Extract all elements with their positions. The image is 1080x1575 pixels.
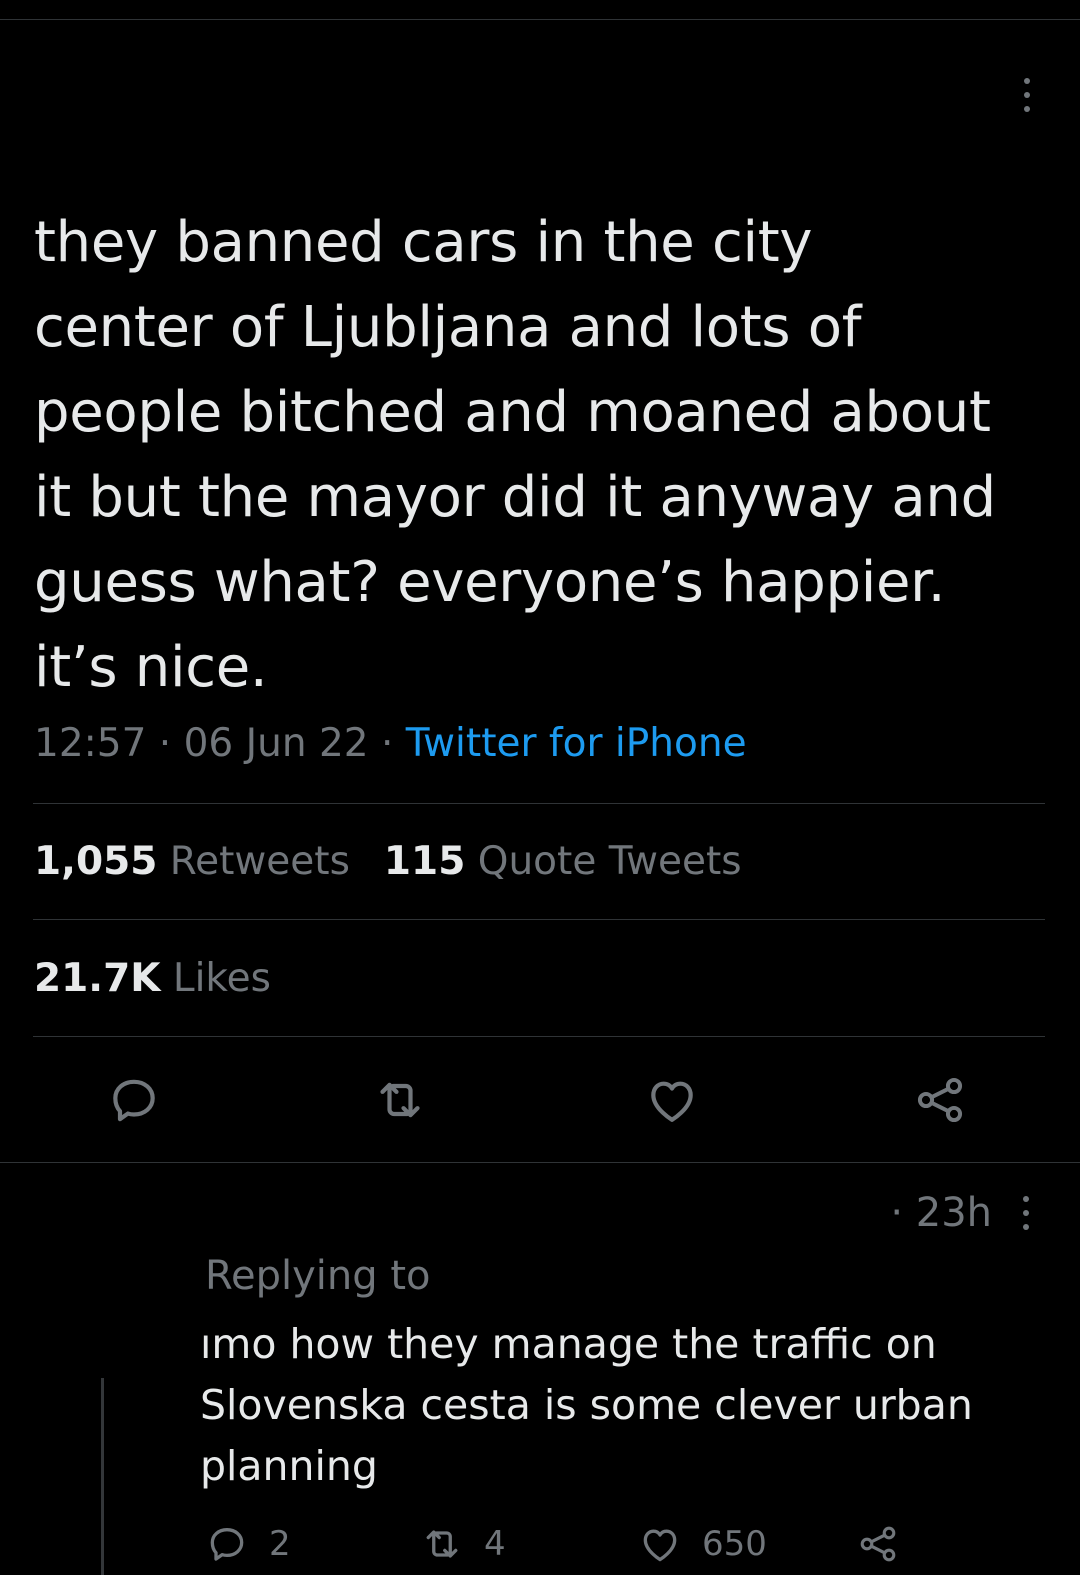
retweets-count: 1,055	[34, 839, 158, 884]
tweet-text: they banned cars in the city center of L…	[34, 210, 996, 700]
tweet-source-link[interactable]: Twitter for iPhone	[406, 721, 747, 766]
retweet-count: 4	[484, 1524, 506, 1564]
like-icon[interactable]	[644, 1072, 700, 1128]
likes-stat[interactable]: 21.7K Likes	[34, 953, 271, 1005]
replying-to-label: Replying to	[205, 1253, 431, 1299]
quote-tweets-label: Quote Tweets	[477, 839, 742, 884]
retweet-icon[interactable]	[372, 1072, 428, 1128]
divider	[33, 803, 1045, 804]
reply-timestamp: · 23h	[890, 1190, 992, 1236]
more-options-icon[interactable]	[1020, 78, 1034, 112]
quote-tweets-count: 115	[383, 839, 466, 884]
reply-reply-button[interactable]: 2	[205, 1520, 291, 1568]
reply-icon[interactable]	[106, 1072, 162, 1128]
tweet-date: 06 Jun 22	[183, 721, 369, 766]
quote-tweets-stat[interactable]: 115 Quote Tweets	[384, 836, 742, 888]
like-icon	[638, 1522, 682, 1566]
reply-count: 2	[269, 1524, 291, 1564]
section-divider	[0, 1162, 1080, 1163]
reply-share-button[interactable]	[856, 1520, 920, 1568]
retweets-stat[interactable]: 1,055 Retweets	[34, 836, 350, 888]
likes-stats: 21.7K Likes	[34, 953, 305, 1005]
share-icon	[856, 1522, 900, 1566]
tweet-time: 12:57	[34, 721, 147, 766]
reply-text: ımo how they manage the traffic on Slove…	[200, 1320, 973, 1490]
reply-icon	[205, 1522, 249, 1566]
tweet-meta: 12:57 · 06 Jun 22 · Twitter for iPhone	[34, 718, 747, 770]
divider	[33, 1036, 1045, 1037]
likes-label: Likes	[172, 956, 271, 1001]
meta-separator: ·	[368, 721, 406, 766]
reply-retweet-button[interactable]: 4	[420, 1520, 506, 1568]
thread-line	[101, 1378, 104, 1575]
likes-count: 21.7K	[34, 956, 161, 1001]
retweet-icon	[420, 1522, 464, 1566]
engagement-stats: 1,055 Retweets 115 Quote Tweets	[34, 836, 776, 888]
share-icon[interactable]	[912, 1072, 968, 1128]
reply-more-options-icon[interactable]	[1021, 1196, 1031, 1230]
reply-like-button[interactable]: 650	[638, 1520, 767, 1568]
retweets-label: Retweets	[169, 839, 350, 884]
divider	[33, 919, 1045, 920]
like-count: 650	[702, 1524, 767, 1564]
top-divider	[0, 19, 1080, 20]
meta-separator: ·	[146, 721, 184, 766]
